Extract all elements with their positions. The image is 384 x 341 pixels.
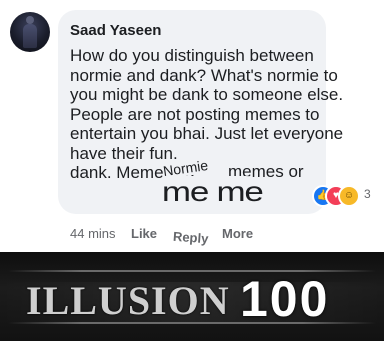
comment-line: People are not posting memes to xyxy=(70,104,320,124)
comment-line: entertain you bhai. Just let everyone xyxy=(70,124,344,143)
haha-icon: ☺ xyxy=(338,185,360,207)
comment-line: How do you distinguish between xyxy=(70,46,314,65)
comment-line: you might be dank to someone else. xyxy=(70,85,344,104)
comment-line-part: have their fun. xyxy=(70,143,178,163)
comment-line: normie and dank? What's normie to xyxy=(70,65,338,85)
comment-card: Saad Yaseen How do you distinguish betwe… xyxy=(0,0,384,252)
more-button[interactable]: More xyxy=(222,226,253,241)
avatar[interactable] xyxy=(10,12,50,52)
skill-name: ILLUSION xyxy=(26,278,230,323)
reaction-count: 3 xyxy=(364,187,371,201)
comment-author[interactable]: Saad Yaseen xyxy=(70,22,161,39)
skill-level: 100 xyxy=(240,271,330,327)
reaction-summary[interactable]: 👍 ♥ ☺ 3 xyxy=(312,184,382,207)
comment-timestamp[interactable]: 44 mins xyxy=(70,226,116,241)
reply-button[interactable]: Reply xyxy=(173,229,209,246)
like-button[interactable]: Like xyxy=(131,226,157,241)
avatar-figure xyxy=(23,16,37,48)
skill-level-banner: ILLUSION 100 xyxy=(0,252,384,341)
warped-meme-word: me me xyxy=(159,176,266,208)
